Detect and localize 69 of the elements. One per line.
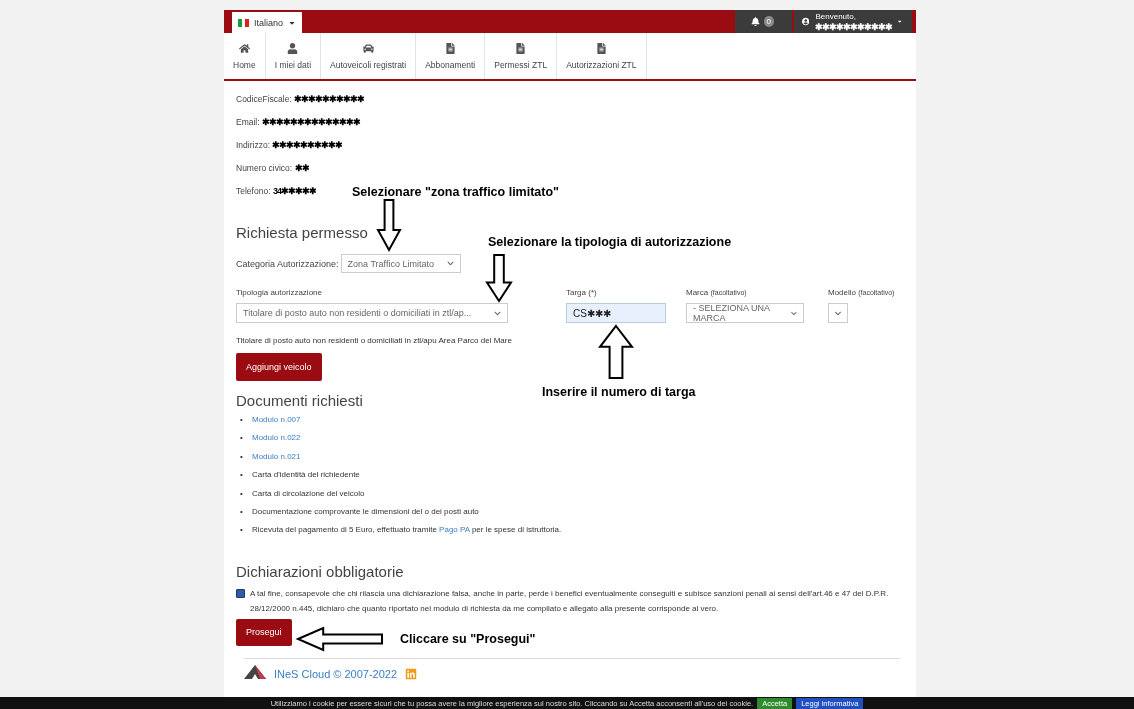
language-select[interactable]: Italiano	[232, 12, 303, 33]
user-icon	[287, 42, 299, 54]
linkedin-icon[interactable]	[405, 667, 418, 680]
profile-label: Email:	[236, 116, 260, 127]
profile-value: ✱✱✱✱✱✱✱✱✱✱	[272, 139, 343, 150]
input-field[interactable]: CS✱✱✱	[566, 303, 666, 323]
section-title: Dichiarazioni obbligatorie	[236, 562, 404, 580]
document-icon	[444, 42, 456, 54]
document-icon	[595, 42, 607, 54]
description-text: Titolare di posto auto non residenti o domiciliati in ztl/apu Area Parco del Mare	[236, 336, 513, 345]
profile-value: ✱✱✱✱✱✱✱✱✱✱	[294, 93, 365, 104]
arrow-icon	[597, 324, 635, 379]
section-title: Documenti richiesti	[236, 392, 363, 409]
profile-label: CodiceFiscale:	[236, 93, 292, 104]
document-icon	[515, 42, 527, 54]
user-menu[interactable]: Benvenuto, ✱✱✱✱✱✱✱✱✱✱✱	[794, 10, 912, 33]
flag-icon	[238, 18, 249, 27]
profile-value: 34✱✱✱✱✱	[272, 185, 316, 196]
chevron-icon	[835, 309, 841, 317]
document-item: Documentazione comprovante le dimensioni del o dei posti auto	[252, 506, 479, 516]
document-link[interactable]: Modulo n.007	[252, 415, 301, 424]
instruction-text: Cliccare su "Prosegui"	[400, 632, 536, 646]
continue-button[interactable]: Prosegui	[236, 618, 292, 646]
arrow-icon	[376, 199, 402, 253]
bullet: •	[240, 524, 244, 537]
field-label: Targa (*)	[566, 288, 598, 297]
bullet: •	[240, 487, 244, 500]
instruction-text: Selezionare la tipologia di autorizzazione	[488, 235, 732, 249]
select-field[interactable]	[828, 303, 848, 323]
profile-label: Indirizzo:	[236, 139, 270, 150]
category-select[interactable]: Zona Traffico Limitato	[340, 254, 461, 273]
car-icon	[362, 42, 374, 54]
bullet: •	[240, 469, 244, 482]
chevron-icon	[494, 309, 501, 317]
instruction-text: Selezionare "zona traffico limitato"	[352, 185, 560, 199]
document-link[interactable]: Modulo n.021	[252, 451, 301, 461]
select-field[interactable]: Titolare di posto auto non residenti o domiciliati in ztl/ap...	[236, 303, 508, 323]
select-field[interactable]: - SELEZIONA UNA MARCA	[686, 303, 804, 323]
profile-label: Numero civico:	[236, 162, 293, 173]
copyright-link[interactable]: INeS Cloud © 2007-2022	[274, 667, 398, 680]
section-title: Richiesta permesso	[236, 224, 368, 241]
notifications-button[interactable]: 0	[734, 10, 794, 33]
notification-count: 0	[763, 16, 774, 27]
profile-value: ✱✱✱✱✱✱✱✱✱✱✱✱✱✱	[262, 116, 360, 127]
checkbox[interactable]	[236, 588, 245, 598]
add-vehicle-button[interactable]: Aggiungi veicolo	[236, 353, 322, 381]
category-label: Categoria Autorizzazione:	[236, 258, 339, 269]
user-name: ✱✱✱✱✱✱✱✱✱✱✱	[815, 21, 893, 32]
instruction-text: Inserire il numero di targa	[542, 385, 696, 399]
field-label: Tipologia autorizzazione	[236, 288, 323, 297]
arrow-icon	[485, 254, 513, 303]
arrow-icon	[295, 626, 383, 652]
home-icon	[238, 42, 250, 54]
profile-value: ✱✱	[294, 162, 309, 173]
profile-label: Telefono:	[236, 185, 271, 196]
chevron-icon	[791, 309, 797, 317]
document-item: Carta di circolazione del veicolo	[252, 488, 365, 498]
greeting: Benvenuto,	[815, 11, 856, 22]
bell-icon	[750, 17, 760, 26]
chevron-icon	[446, 260, 454, 267]
declaration-text: A tal fine, consapevole che chi rilascia una dichiarazione falsa, anche in parte, perde i benefici eventualmente conseguiti e subisce sanzioni penali ai sensi dell'art.46 e 47 del D.P.R. 28/12/2000 n.445, dichiaro che quanto riportato nel modulo di richiesta da me compilato e allegato alla presente corrisponde al vero.	[250, 587, 890, 615]
document-link[interactable]: Modulo n.022	[252, 433, 301, 443]
document-item: Ricevuta del pagamento di 5 Euro, effettuato tramite Pago PA per le spese di istruttoria.	[252, 525, 562, 535]
bullet: •	[240, 414, 244, 426]
document-item: Carta d'identità del richiedente	[252, 470, 360, 480]
bullet: •	[240, 432, 244, 445]
bullet: •	[240, 505, 244, 518]
payment-link[interactable]: Pago PA	[439, 525, 470, 535]
bullet: •	[240, 450, 244, 463]
